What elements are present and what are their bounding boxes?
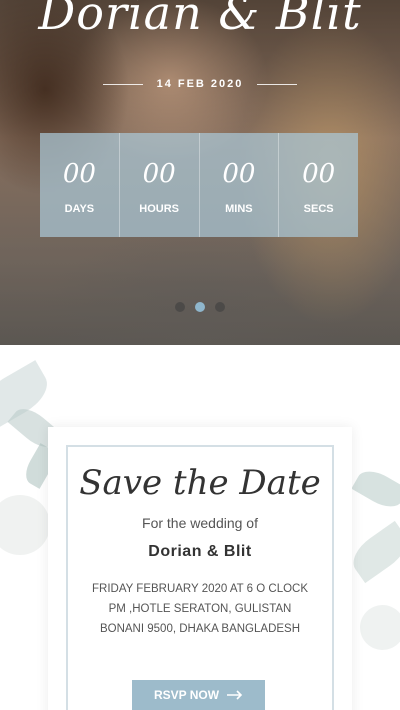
event-details: FRIDAY FEBRUARY 2020 AT 6 O CLOCK PM ,HO… xyxy=(91,583,309,635)
countdown-label: DAYS xyxy=(64,203,95,215)
rsvp-label: RSVP NOW xyxy=(153,688,220,702)
wedding-date: 14 FEB 2020 xyxy=(156,78,244,90)
countdown-value: 00 xyxy=(222,159,256,189)
invitation-card: Save the Date For the wedding of Dorian … xyxy=(48,427,352,710)
floral-decoration xyxy=(351,464,400,514)
countdown-label: HOURS xyxy=(139,203,179,215)
countdown-hours: 00 HOURS xyxy=(119,133,200,237)
countdown-value: 00 xyxy=(142,159,176,189)
floral-decoration xyxy=(345,520,400,584)
couple-title: Dorian & Blit xyxy=(38,0,362,40)
arrow-right-icon xyxy=(227,690,243,700)
countdown-value: 00 xyxy=(302,159,336,189)
countdown-secs: 00 SECS xyxy=(279,133,358,237)
couple-names: Dorian & Blit xyxy=(148,543,252,560)
save-the-date-title: Save the Date xyxy=(79,463,321,503)
countdown-timer: 00 DAYS 00 HOURS 00 MINS 00 SECS xyxy=(40,133,358,237)
floral-decoration xyxy=(360,605,400,650)
floral-decoration xyxy=(0,495,50,555)
countdown-days: 00 DAYS xyxy=(40,133,120,237)
slider-dot-2[interactable] xyxy=(195,302,205,312)
slider-dot-3[interactable] xyxy=(215,302,225,312)
wedding-subtitle: For the wedding of xyxy=(142,515,258,531)
rsvp-button[interactable]: RSVP NOW xyxy=(132,680,265,710)
slider-dots xyxy=(0,302,400,312)
countdown-label: SECS xyxy=(303,203,334,215)
countdown-label: MINS xyxy=(225,203,253,215)
invitation-card-frame: Save the Date For the wedding of Dorian … xyxy=(66,445,334,710)
divider xyxy=(257,83,298,85)
save-the-date-section: Save the Date For the wedding of Dorian … xyxy=(0,345,400,710)
hero-banner: Dorian & Blit 14 FEB 2020 00 DAYS 00 HOU… xyxy=(0,0,400,345)
wedding-date-row: 14 FEB 2020 xyxy=(0,78,400,90)
divider xyxy=(102,83,143,85)
slider-dot-1[interactable] xyxy=(175,302,185,312)
countdown-value: 00 xyxy=(62,159,96,189)
countdown-mins: 00 MINS xyxy=(199,133,280,237)
